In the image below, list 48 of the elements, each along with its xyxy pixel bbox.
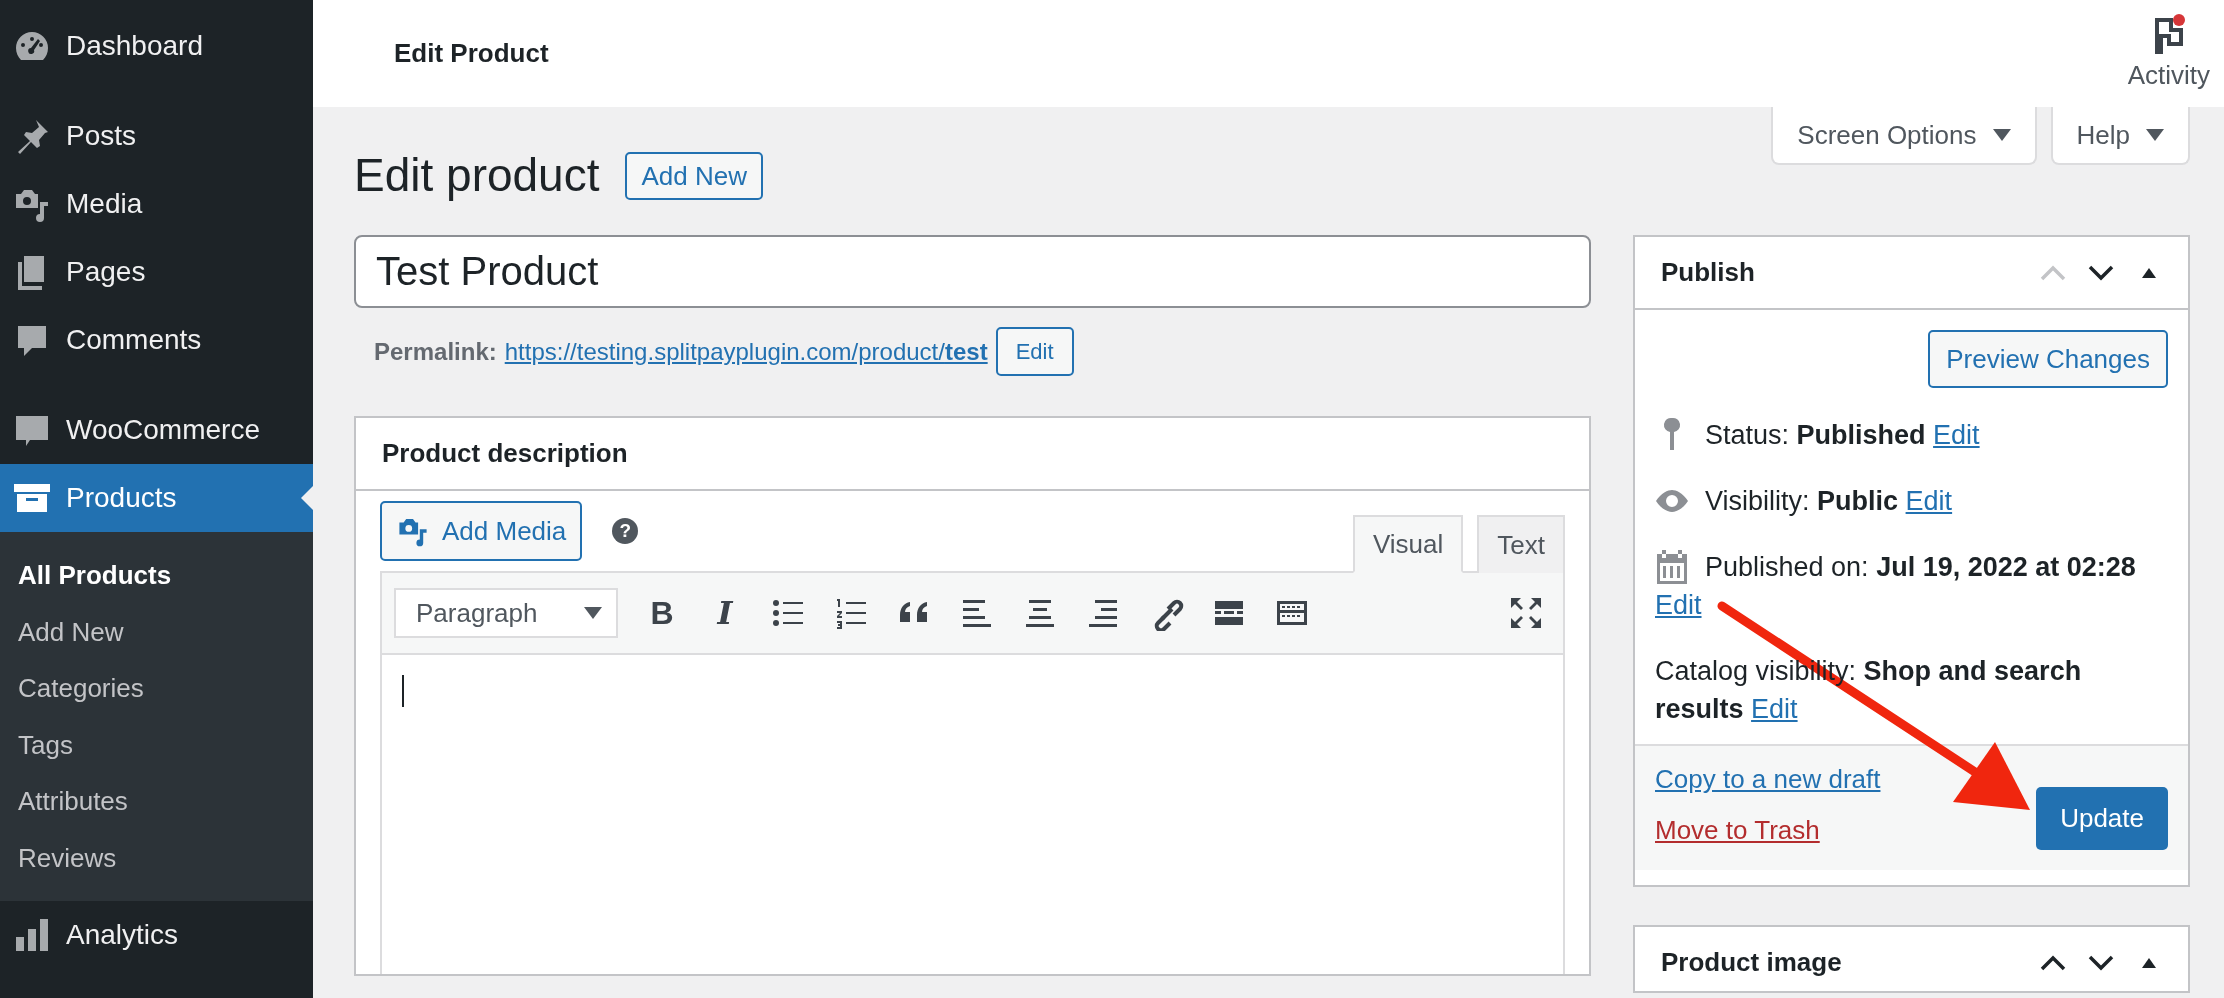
format-dropdown[interactable]: Paragraph: [394, 588, 618, 638]
activity-button[interactable]: Activity: [2127, 12, 2210, 95]
sidebar-item[interactable]: Media: [0, 170, 313, 238]
permalink-label: Permalink:: [374, 336, 497, 367]
status-text: Status: Published Edit: [1705, 420, 1980, 450]
edit-link[interactable]: Edit: [1905, 486, 1953, 516]
editor-tab[interactable]: Visual: [1352, 515, 1464, 573]
panel-title: Publish: [1661, 256, 1755, 289]
submenu-item[interactable]: Attributes: [0, 773, 313, 830]
submenu-item[interactable]: All Products: [0, 547, 313, 604]
screen-tab[interactable]: Screen Options: [1771, 107, 2037, 165]
submenu-item[interactable]: Tags: [0, 716, 313, 773]
edit-button[interactable]: Edit: [995, 327, 1074, 376]
visibility-text: Visibility: Public Edit: [1705, 486, 1953, 516]
sidebar-item[interactable]: WooCommerce: [0, 396, 313, 464]
trash-link[interactable]: Move to Trash: [1655, 811, 1881, 850]
preview-changes-button[interactable]: Preview Changes: [1928, 330, 2168, 388]
submenu-item[interactable]: Categories: [0, 660, 313, 717]
page-heading: Edit product: [354, 148, 600, 204]
submenu-item[interactable]: Add New: [0, 603, 313, 660]
add-media-button[interactable]: Add Media: [380, 501, 583, 561]
calendar-icon: [1655, 548, 1689, 586]
edit-link[interactable]: Edit: [1655, 590, 1702, 620]
sidebar-item[interactable]: Dashboard: [0, 12, 313, 80]
edit-link[interactable]: Edit: [1751, 694, 1798, 724]
panel-title: Product image: [1661, 946, 1842, 979]
text-cursor: [402, 675, 404, 707]
submenu-item[interactable]: Reviews: [0, 829, 313, 886]
edit-link[interactable]: Edit: [1933, 420, 1980, 450]
fullscreen-icon[interactable]: [1508, 595, 1544, 631]
menu-pointer-icon: [301, 486, 313, 510]
bold-button[interactable]: B: [637, 588, 687, 638]
sidebar-item[interactable]: Products: [0, 464, 313, 532]
page-title: Edit Product: [394, 37, 549, 70]
copy-draft-link[interactable]: Copy to a new draft: [1655, 760, 1881, 799]
sidebar-item[interactable]: Comments: [0, 306, 313, 374]
sidebar-item[interactable]: Analytics: [0, 901, 313, 969]
title-field[interactable]: Test Product: [354, 235, 1591, 308]
sidebar-item[interactable]: Posts: [0, 102, 313, 170]
add-new-button[interactable]: Add New: [625, 152, 763, 200]
help-icon[interactable]: ?: [612, 518, 639, 544]
editor-tab[interactable]: Text: [1477, 515, 1565, 573]
panel-title: Product description: [382, 437, 628, 470]
italic-button[interactable]: I: [700, 588, 750, 638]
permalink-link[interactable]: https://testing.splitpayplugin.com/product/test: [504, 333, 988, 370]
sidebar-item[interactable]: Pages: [0, 238, 313, 306]
update-button[interactable]: Update: [2036, 787, 2168, 850]
screen-tab[interactable]: Help: [2050, 107, 2190, 165]
